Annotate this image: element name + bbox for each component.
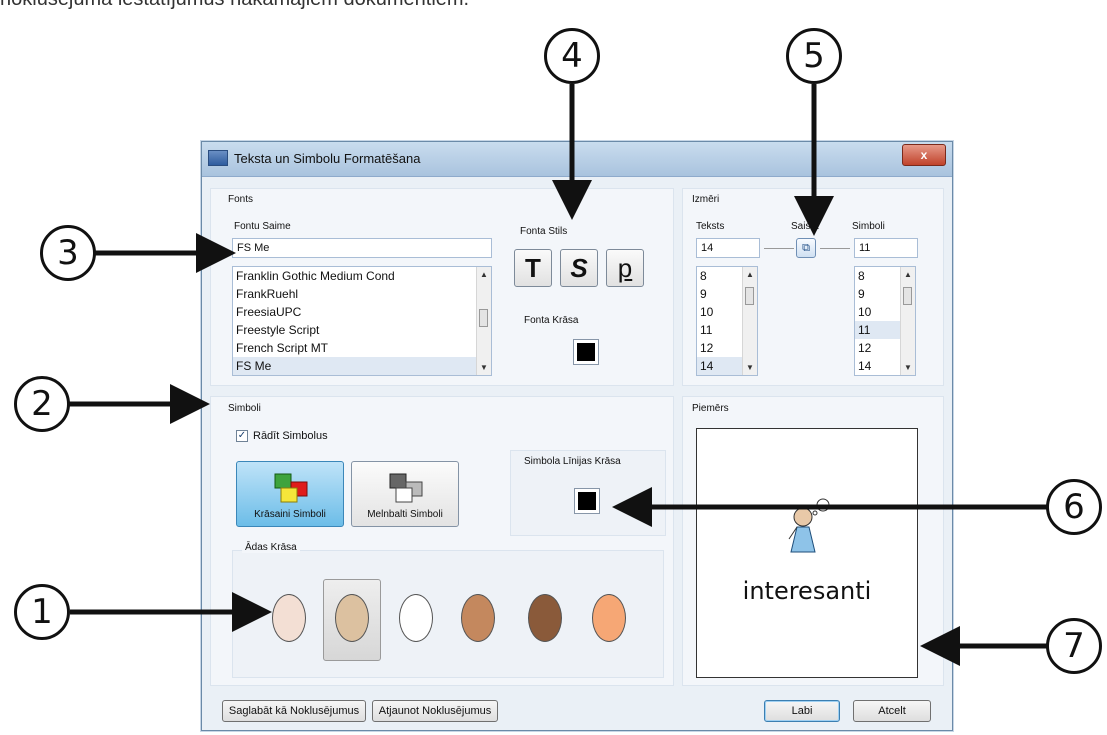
list-item[interactable]: FreesiaUPC	[233, 303, 491, 321]
symbol-size-input[interactable]	[854, 238, 918, 258]
list-item[interactable]: Franklin Gothic Medium Cond	[233, 267, 491, 285]
scroll-up-icon[interactable]: ▲	[746, 270, 754, 279]
list-item[interactable]: FrankRuehl	[233, 285, 491, 303]
symbol-size-label: Simboli	[852, 221, 885, 232]
italic-style-label: S	[570, 252, 588, 283]
callout-2: 2	[14, 376, 70, 432]
skin-color-swatch[interactable]	[335, 594, 369, 642]
skin-color-swatch[interactable]	[272, 594, 306, 642]
bw-symbols-icon	[389, 473, 423, 503]
list-item[interactable]: Freestyle Script	[233, 321, 491, 339]
color-swatch	[578, 492, 596, 510]
skin-color-label: Ādas Krāsa	[242, 542, 300, 553]
symbol-line-color-label: Simbola Līnijas Krāsa	[524, 456, 621, 467]
list-item-selected[interactable]: FS Me	[233, 357, 491, 375]
bw-symbols-button[interactable]: Melnbalti Simboli	[351, 461, 459, 527]
color-symbols-icon	[274, 473, 308, 503]
color-symbols-label: Krāsaini Simboli	[254, 509, 326, 520]
preview-box: interesanti	[696, 428, 918, 678]
callout-7: 7	[1046, 618, 1102, 674]
symbol-line-color-button[interactable]	[574, 488, 600, 514]
font-color-label: Fonta Krāsa	[524, 315, 579, 326]
symbol-size-scrollbar[interactable]: ▲ ▼	[900, 267, 915, 375]
link-line-left	[764, 248, 794, 249]
symbol-size-list[interactable]: 8 9 10 11 12 14 ▲ ▼	[854, 266, 916, 376]
callout-4: 4	[544, 28, 600, 84]
scroll-down-icon[interactable]: ▼	[904, 363, 912, 372]
link-line-right	[820, 248, 850, 249]
scroll-down-icon[interactable]: ▼	[480, 363, 488, 372]
text-size-label: Teksts	[696, 221, 725, 232]
ok-button[interactable]: Labi	[764, 700, 840, 722]
preview-group-label: Piemērs	[692, 403, 729, 414]
intro-text: noklusējuma iestatījumus nākamajiem doku…	[0, 0, 469, 11]
scroll-thumb[interactable]	[903, 287, 912, 305]
show-symbols-label: Rādīt Simbolus	[253, 430, 328, 442]
scroll-up-icon[interactable]: ▲	[480, 270, 488, 279]
font-family-label: Fontu Saime	[234, 221, 291, 232]
scroll-thumb[interactable]	[479, 309, 488, 327]
cancel-button[interactable]: Atcelt	[853, 700, 931, 722]
show-symbols-checkbox[interactable]: ✓	[236, 430, 248, 442]
skin-color-swatch[interactable]	[528, 594, 562, 642]
dialog-title: Teksta un Simbolu Formatēšana	[234, 151, 421, 166]
skin-color-swatch[interactable]	[399, 594, 433, 642]
font-family-input[interactable]	[232, 238, 492, 258]
skin-color-swatch[interactable]	[592, 594, 626, 642]
bold-style-button[interactable]: T	[514, 249, 552, 287]
sizes-group-label: Izmēri	[692, 194, 720, 205]
link-label: Saistīt	[791, 221, 819, 232]
app-icon	[208, 150, 228, 166]
callout-3: 3	[40, 225, 96, 281]
fonts-group-label: Fonts	[228, 194, 254, 205]
underline-style-label: p	[617, 252, 633, 283]
close-button[interactable]: x	[902, 144, 946, 166]
save-default-button[interactable]: Saglabāt kā Noklusējumus	[222, 700, 366, 722]
font-family-list[interactable]: Franklin Gothic Medium Cond FrankRuehl F…	[232, 266, 492, 376]
font-list-scrollbar[interactable]: ▲ ▼	[476, 267, 491, 375]
text-size-input[interactable]	[696, 238, 760, 258]
symbols-group-label: Simboli	[228, 403, 261, 414]
bold-style-label: T	[525, 252, 541, 283]
text-size-list[interactable]: 8 9 10 11 12 14 ▲ ▼	[696, 266, 758, 376]
callout-5: 5	[786, 28, 842, 84]
scroll-up-icon[interactable]: ▲	[904, 270, 912, 279]
scroll-thumb[interactable]	[745, 287, 754, 305]
font-color-button[interactable]	[573, 339, 599, 365]
scroll-down-icon[interactable]: ▼	[746, 363, 754, 372]
list-item[interactable]: French Script MT	[233, 339, 491, 357]
interested-symbol-icon	[788, 498, 830, 553]
restore-default-button[interactable]: Atjaunot Noklusējumus	[372, 700, 498, 722]
preview-word: interesanti	[742, 577, 872, 605]
font-style-label: Fonta Stils	[520, 226, 568, 237]
color-swatch	[577, 343, 595, 361]
underline-style-button[interactable]: p	[606, 249, 644, 287]
callout-6: 6	[1046, 479, 1102, 535]
color-symbols-button[interactable]: Krāsaini Simboli	[236, 461, 344, 527]
text-size-scrollbar[interactable]: ▲ ▼	[742, 267, 757, 375]
format-dialog: Teksta un Simbolu Formatēšana x Fonts Fo…	[201, 141, 953, 731]
link-sizes-button[interactable]: ⧉	[796, 238, 816, 258]
skin-color-swatch[interactable]	[461, 594, 495, 642]
callout-1: 1	[14, 584, 70, 640]
italic-style-button[interactable]: S	[560, 249, 598, 287]
title-bar: Teksta un Simbolu Formatēšana x	[202, 142, 952, 177]
bw-symbols-label: Melnbalti Simboli	[367, 509, 443, 520]
